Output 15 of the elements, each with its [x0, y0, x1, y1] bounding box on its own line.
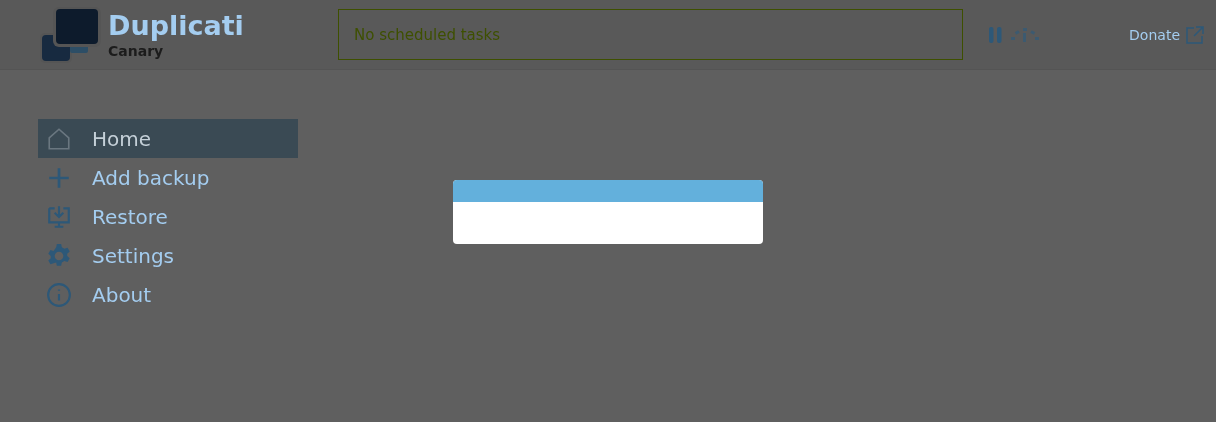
status-banner: No scheduled tasks	[338, 9, 963, 60]
app-title: Duplicati	[108, 8, 244, 43]
donate-link[interactable]: Donate	[1129, 25, 1204, 44]
monitor-download-icon	[46, 203, 72, 230]
speed-gauge-icon[interactable]	[1011, 27, 1039, 42]
sidebar-item[interactable]: Restore	[38, 197, 298, 236]
external-link-icon	[1186, 25, 1204, 44]
sidebar-item[interactable]: About	[38, 275, 298, 314]
settings-icon	[46, 242, 72, 269]
pause-icon[interactable]	[989, 25, 1003, 44]
sidebar-item[interactable]: Settings	[38, 236, 298, 275]
sidebar-item[interactable]: Add backup	[38, 158, 298, 197]
info-icon	[46, 281, 72, 308]
sidebar-item[interactable]: Home	[38, 119, 298, 158]
channel-label: Canary	[108, 42, 165, 59]
